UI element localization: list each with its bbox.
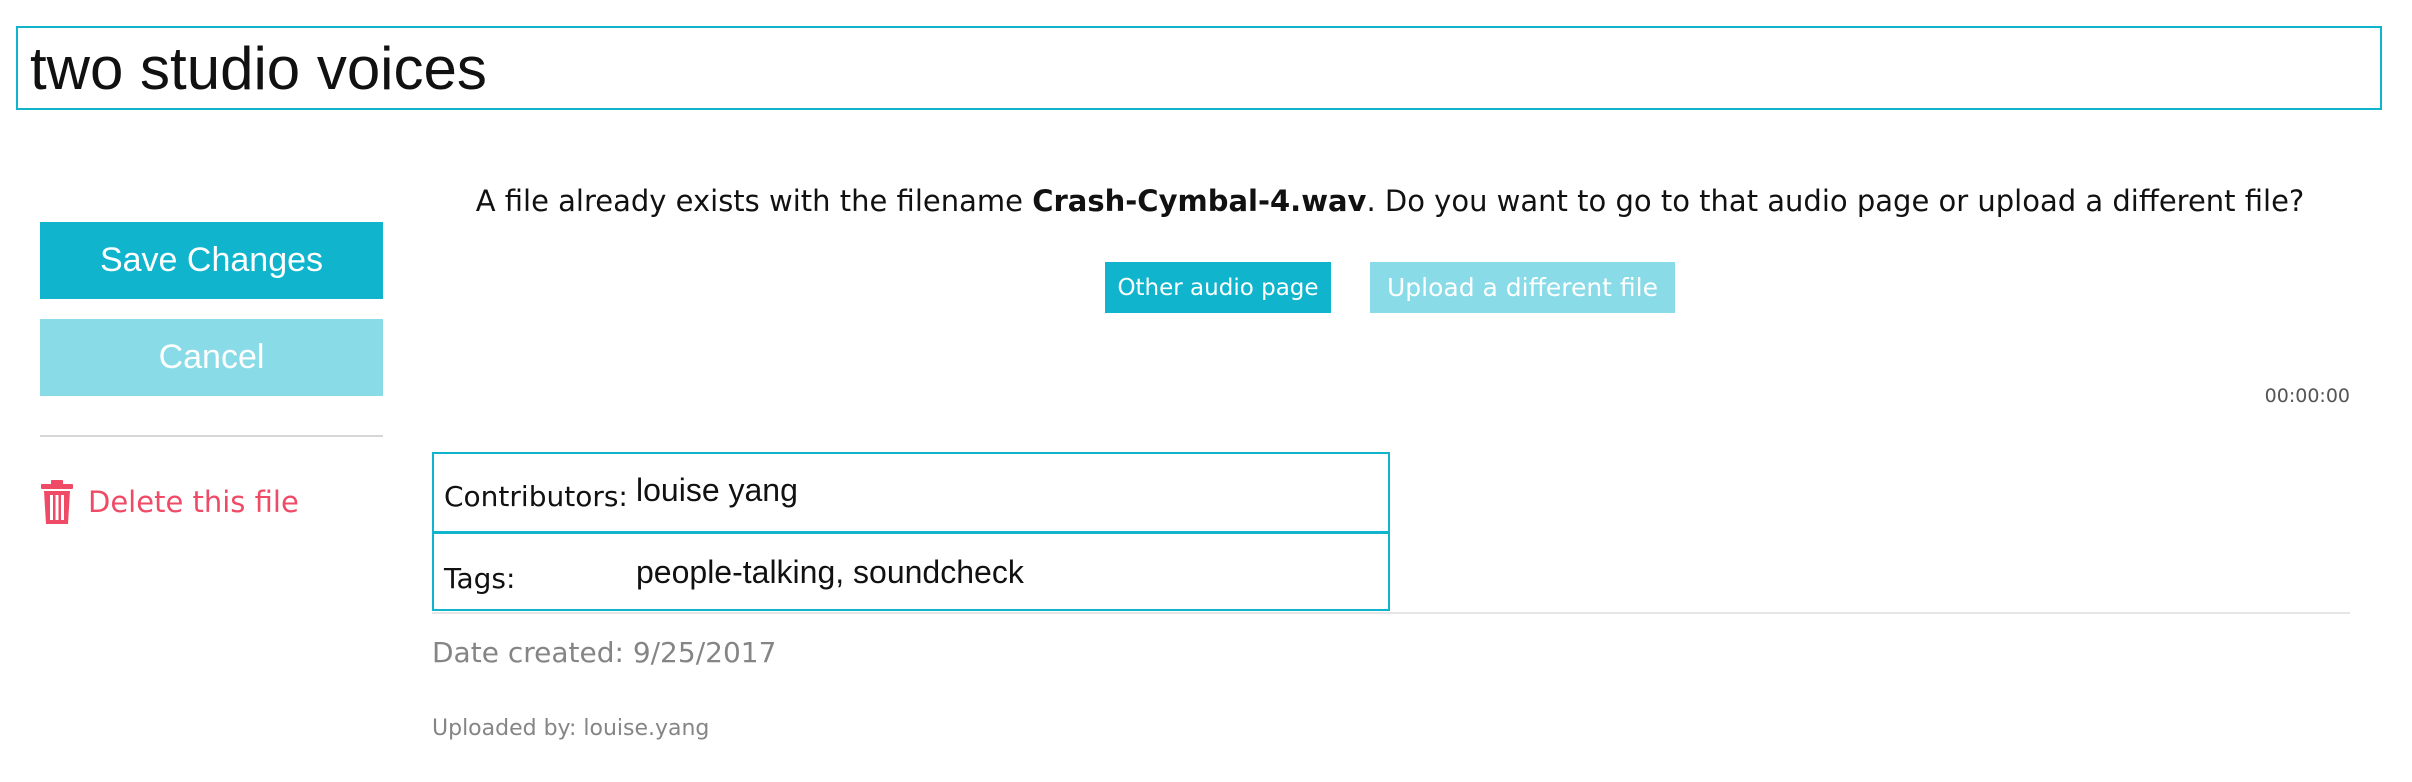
contributors-input[interactable] <box>636 472 1376 509</box>
tags-input[interactable] <box>636 554 1376 591</box>
duplicate-file-notice: A file already exists with the filename … <box>430 184 2350 218</box>
trash-icon <box>41 480 73 524</box>
title-input[interactable] <box>16 26 2382 110</box>
audio-edit-page: Save Changes Cancel Delete this file A f… <box>0 0 2412 782</box>
tags-label: Tags: <box>444 562 516 595</box>
metadata-table: Contributors: Tags: <box>432 452 1390 611</box>
sidebar-divider <box>40 435 383 437</box>
playback-time: 00:00:00 <box>2264 385 2350 407</box>
notice-suffix: . Do you want to go to that audio page o… <box>1366 184 2305 218</box>
upload-different-file-button[interactable]: Upload a different file <box>1370 262 1675 313</box>
contributors-row: Contributors: <box>434 454 1388 534</box>
save-changes-button[interactable]: Save Changes <box>40 222 383 299</box>
date-created: Date created: 9/25/2017 <box>432 636 777 669</box>
uploaded-by: Uploaded by: louise.yang <box>432 716 710 741</box>
notice-filename: Crash-Cymbal-4.wav <box>1032 184 1367 218</box>
cancel-button[interactable]: Cancel <box>40 319 383 396</box>
notice-prefix: A file already exists with the filename <box>475 184 1033 218</box>
delete-file-link[interactable]: Delete this file <box>40 480 299 524</box>
content-divider <box>432 612 2350 614</box>
contributors-label: Contributors: <box>444 480 628 513</box>
delete-file-label: Delete this file <box>88 485 299 519</box>
tags-row: Tags: <box>434 534 1388 611</box>
other-audio-page-button[interactable]: Other audio page <box>1105 262 1331 313</box>
